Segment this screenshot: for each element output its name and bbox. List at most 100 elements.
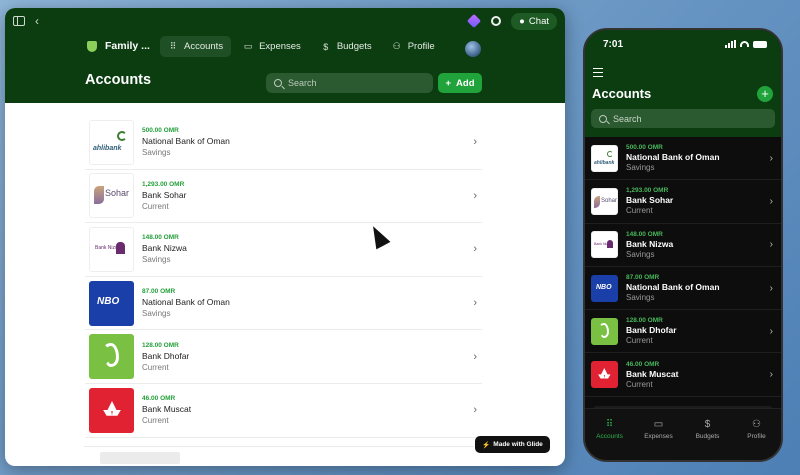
accounts-list: ahlibank 500.00 OMR National Bank of Oma… (85, 116, 482, 438)
app-name[interactable]: Family ... (87, 40, 150, 52)
phone-header: 7:01 Accounts + Search (585, 30, 781, 137)
list-item[interactable]: NBO 87.00 OMR National Bank of Oman Savi… (85, 277, 482, 331)
bank-name: Bank Muscat (142, 404, 192, 415)
list-item[interactable]: ahlibank 500.00 OMR National Bank of Oma… (85, 116, 482, 170)
list-item[interactable]: 128.00 OMR Bank Dhofar Current › (85, 330, 482, 384)
account-amount: 148.00 OMR (142, 234, 179, 242)
chevron-right-icon: › (769, 325, 773, 337)
search-input[interactable]: Search (266, 73, 433, 93)
account-type: Current (142, 201, 169, 211)
chat-button[interactable]: ● Chat (511, 12, 557, 30)
list-item[interactable]: Sohar 1,293.00 OMR Bank Sohar Current › (585, 180, 781, 224)
bank-name: Bank Nizwa (626, 238, 674, 249)
dollar-icon: $ (704, 419, 711, 430)
gear-icon[interactable] (491, 16, 502, 26)
chevron-right-icon: › (473, 404, 477, 417)
bank-name: Bank Muscat (626, 368, 679, 379)
avatar[interactable] (465, 41, 481, 57)
list-item[interactable]: 46.00 OMR Bank Muscat Current › (85, 384, 482, 438)
account-type: Current (626, 336, 653, 346)
page-title: Accounts (85, 72, 152, 88)
muscat-logo (89, 387, 134, 433)
bank-name: Bank Sohar (626, 195, 674, 206)
plus-icon: + (445, 77, 452, 89)
bank-name: National Bank of Oman (142, 136, 230, 147)
top-nav: ⠿ Accounts ▭ Expenses $ Budgets ⚇ Profil… (160, 36, 443, 57)
chat-bubble-icon: ● (519, 15, 525, 27)
sohar-logo: Sohar (591, 187, 618, 215)
list-item[interactable]: ahlibank 500.00 OMR National Bank of Oma… (585, 137, 781, 181)
list-item[interactable]: Bank Nizwa 148.00 OMR Bank Nizwa Savings… (585, 224, 781, 267)
account-amount: 128.00 OMR (626, 317, 663, 325)
chevron-right-icon: › (769, 282, 773, 294)
back-icon[interactable]: ‹ (35, 14, 39, 28)
list-item[interactable]: 46.00 OMR Bank Muscat Current › (585, 353, 781, 397)
sohar-logo: Sohar (89, 173, 134, 219)
phone-preview: 7:01 Accounts + Search ahlibank 500.00 O… (583, 28, 783, 462)
nav-profile[interactable]: ⚇ Profile (384, 36, 443, 57)
app-logo-icon (87, 40, 97, 52)
list-item[interactable]: Sohar 1,293.00 OMR Bank Sohar Current › (85, 170, 482, 224)
window-toolbar: ‹ ● Chat (5, 8, 565, 34)
bank-name: Bank Dhofar (142, 350, 190, 361)
wifi-icon (740, 41, 749, 47)
chevron-right-icon: › (473, 136, 477, 149)
search-input[interactable]: Search (591, 109, 775, 128)
nav-budgets[interactable]: $ Budgets (313, 36, 380, 57)
account-type: Savings (626, 163, 655, 173)
account-amount: 500.00 OMR (142, 127, 179, 135)
account-type: Savings (142, 255, 171, 265)
account-type: Current (142, 362, 169, 372)
dhofar-logo (591, 317, 618, 345)
muscat-logo (591, 361, 618, 389)
chevron-right-icon: › (473, 350, 477, 363)
account-type: Savings (142, 309, 171, 319)
grid-icon: ⠿ (605, 419, 614, 430)
tab-expenses[interactable]: ▭ Expenses (637, 419, 681, 460)
grid-icon: ⠿ (169, 41, 177, 51)
bank-name: Bank Dhofar (626, 325, 677, 336)
nbo-logo: NBO (591, 274, 618, 302)
account-type: Current (626, 206, 653, 216)
nbo-logo: NBO (89, 280, 134, 326)
account-amount: 46.00 OMR (626, 360, 660, 368)
sidebar-toggle-icon[interactable] (13, 16, 25, 26)
search-icon (599, 114, 607, 123)
ahlibank-logo: ahlibank (591, 144, 618, 172)
ahlibank-logo: ahlibank (89, 119, 134, 165)
account-type: Savings (142, 148, 171, 158)
status-time: 7:01 (603, 39, 624, 50)
made-with-glide-badge[interactable]: ⚡ Made with Glide (475, 436, 550, 453)
account-amount: 46.00 OMR (142, 395, 176, 403)
tab-budgets[interactable]: $ Budgets (686, 419, 730, 460)
chevron-right-icon: › (473, 243, 477, 256)
bottom-tab-bar: ⠿ Accounts ▭ Expenses $ Budgets ⚇ Profil… (585, 408, 781, 460)
bank-name: Bank Nizwa (142, 243, 187, 254)
bolt-icon: ⚡ (482, 441, 491, 449)
diamond-icon[interactable] (467, 13, 482, 29)
account-type: Savings (626, 293, 655, 303)
list-item[interactable]: NBO 87.00 OMR National Bank of Oman Savi… (585, 267, 781, 311)
bank-name: National Bank of Oman (142, 297, 230, 308)
account-amount: 1,293.00 OMR (626, 187, 669, 195)
nav-accounts[interactable]: ⠿ Accounts (160, 36, 232, 57)
tab-profile[interactable]: ⚇ Profile (735, 419, 779, 460)
list-item[interactable]: 128.00 OMR Bank Dhofar Current › (585, 310, 781, 354)
add-button[interactable]: + Add (438, 73, 482, 93)
chevron-right-icon: › (769, 369, 773, 381)
search-icon (274, 79, 282, 87)
account-amount: 1,293.00 OMR (142, 180, 185, 188)
menu-icon[interactable] (593, 68, 603, 79)
chevron-right-icon: › (473, 189, 477, 202)
nav-expenses[interactable]: ▭ Expenses (235, 36, 309, 57)
bank-name: National Bank of Oman (626, 152, 720, 163)
list-item[interactable]: Bank Nizwa 148.00 OMR Bank Nizwa Savings… (85, 223, 482, 277)
partial-heading (100, 452, 180, 464)
nizwa-logo: Bank Nizwa (591, 231, 618, 259)
add-button[interactable]: + (757, 86, 773, 102)
account-amount: 87.00 OMR (626, 274, 660, 282)
chevron-right-icon: › (769, 239, 773, 251)
account-amount: 128.00 OMR (142, 341, 179, 349)
tab-accounts[interactable]: ⠿ Accounts (588, 419, 632, 460)
signal-icon (725, 40, 736, 48)
